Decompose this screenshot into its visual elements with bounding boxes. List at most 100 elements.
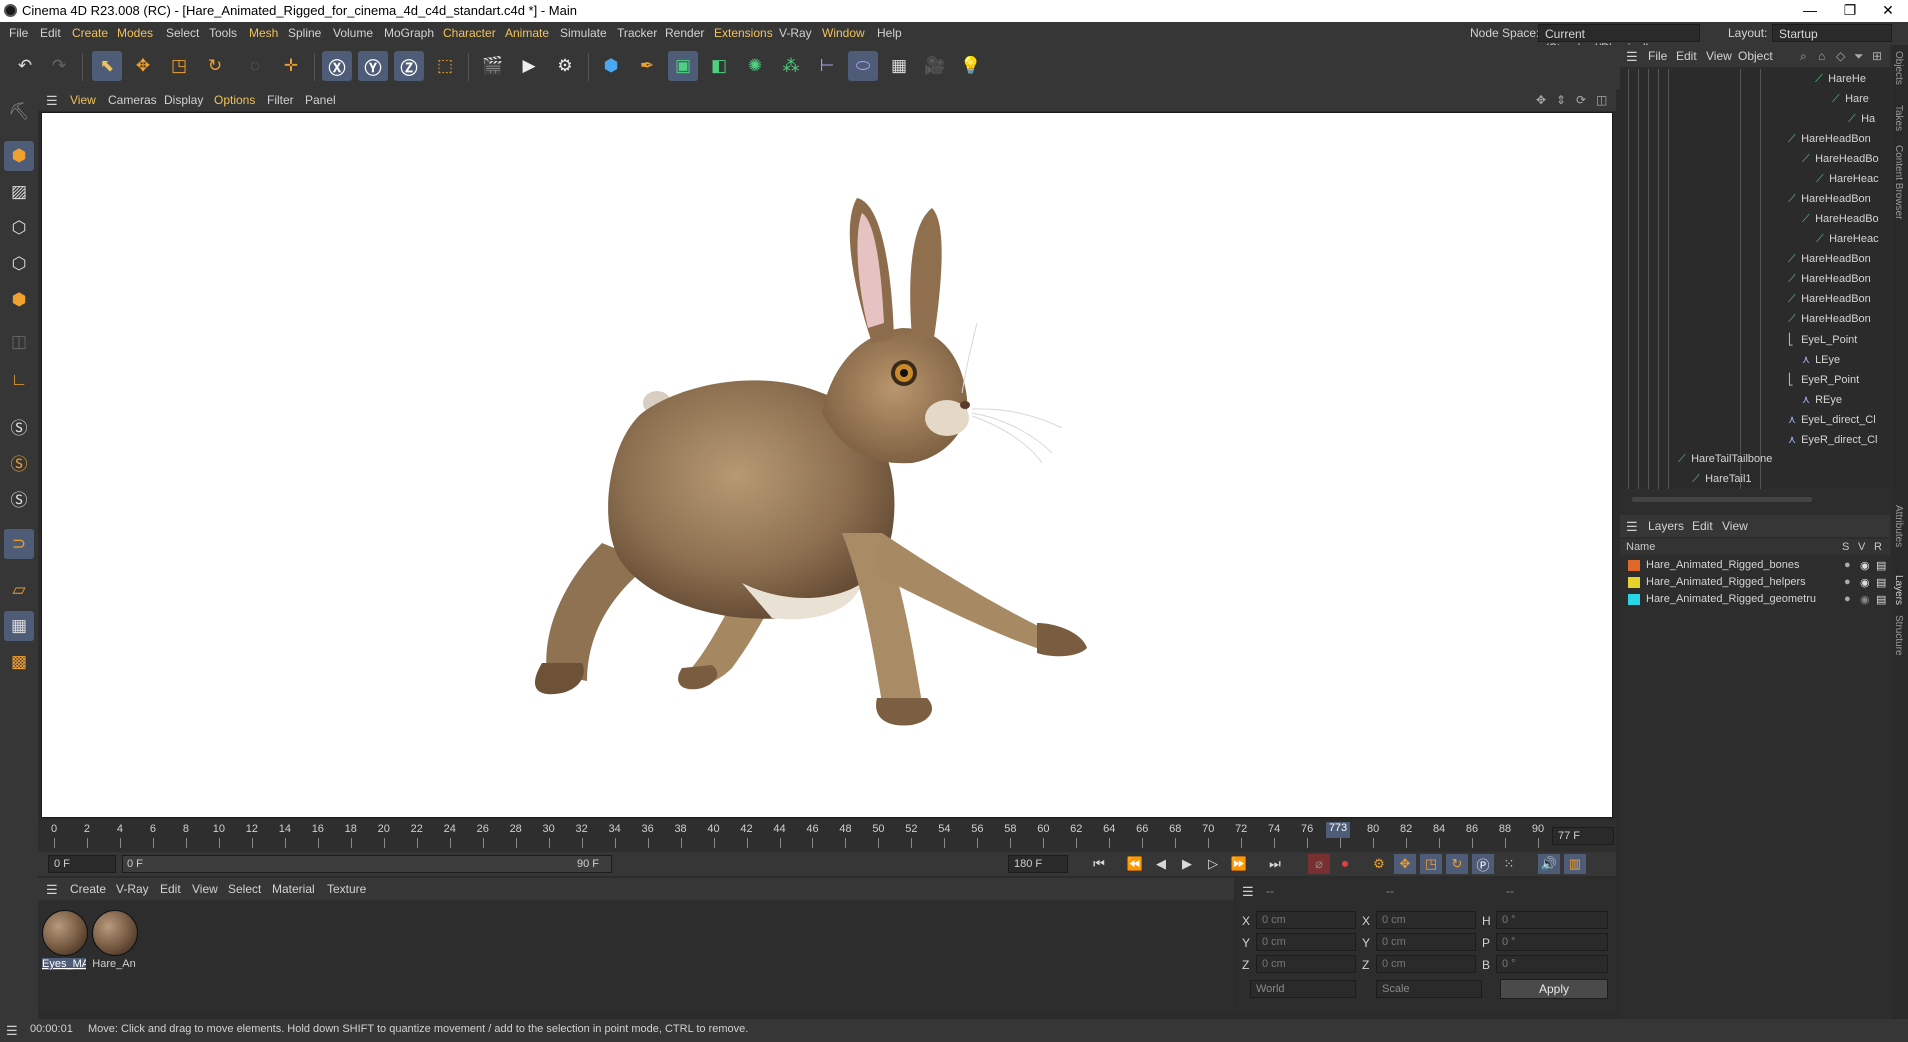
uv-mode-icon[interactable]: ◫ [4,327,34,357]
planar-workplane-icon[interactable]: ▩ [4,647,34,677]
previous-key-icon[interactable]: ⏪ [1124,854,1146,874]
switch-view-icon[interactable]: ◫ [1596,93,1607,107]
cloner-icon[interactable]: ✺ [740,51,770,81]
layer-color-swatch[interactable] [1628,576,1640,588]
pan-view-icon[interactable]: ✥ [1536,93,1546,107]
tree-item[interactable]: ⟋ HareHeac [1816,233,1879,253]
menu-extensions[interactable]: Extensions [714,26,773,40]
timeline-ruler[interactable]: 0 2 4 6 8 10 12 14 16 18 20 22 24 26 28 30 32 34 36 38 40 42 4… [38,820,1616,852]
material-menu-edit[interactable]: Edit [160,882,181,896]
menu-simulate[interactable]: Simulate [560,26,607,40]
object-menu-view[interactable]: View [1706,49,1732,63]
viewport-menu-icon[interactable]: ☰ [46,93,58,109]
go-to-start-icon[interactable]: ⏮ [1088,854,1110,874]
coord-size-x-field[interactable]: 0 cm [1376,911,1476,929]
layer-menu-edit[interactable]: Edit [1692,519,1713,533]
camera-icon[interactable]: 🎥 [920,51,950,81]
tree-item[interactable]: ⟋ HareHeadBon [1788,133,1871,153]
viewport-menu-options[interactable]: Options [214,93,255,107]
tree-item[interactable]: ⟋ HareTail1 [1692,473,1752,489]
sound-icon[interactable]: 🔊 [1538,854,1560,874]
object-menu-edit[interactable]: Edit [1676,49,1697,63]
make-editable-icon[interactable]: ⛏ [4,97,34,127]
menu-character[interactable]: Character [443,26,496,40]
object-tree-scrollbar[interactable] [1632,497,1812,502]
material-menu-select[interactable]: Select [228,882,261,896]
transform-tool-icon[interactable]: ✛ [276,51,306,81]
end-frame-field[interactable]: 180 F [1008,855,1068,873]
rotate-view-icon[interactable]: ⟳ [1576,93,1586,107]
layer-row[interactable]: Hare_Animated_Rigged_bones ● ◉ ▤ [1628,559,1898,575]
render-to-picture-viewer-icon[interactable]: ▶ [514,51,544,81]
menu-modes[interactable]: Modes [117,26,153,40]
tree-item[interactable]: ⟋ Hare [1832,93,1869,113]
tree-item[interactable]: ⟋ HareTailTailbone [1678,453,1772,473]
coord-pos-x-field[interactable]: 0 cm [1256,911,1356,929]
tree-item[interactable]: ⎣ EyeR_Point [1788,373,1859,393]
coord-rot-h-field[interactable]: 0 ° [1496,911,1608,929]
solo-dot-icon[interactable]: ● [1844,593,1851,605]
tree-item[interactable]: ⋏ LEye [1802,353,1840,373]
material-menu-vray[interactable]: V-Ray [116,882,149,896]
tab-structure[interactable]: Structure [1893,615,1904,656]
tree-item[interactable]: ⎣ EyeL_Point [1788,333,1857,353]
node-space-select[interactable]: Current (Standard/Physical) [1538,24,1700,55]
viewport-menu-filter[interactable]: Filter [267,93,294,107]
coord-pos-y-field[interactable]: 0 cm [1256,933,1356,951]
solo-hierarchy-icon[interactable]: Ⓢ [4,483,34,513]
timeline-playhead[interactable]: 773 [1326,822,1350,838]
key-point-level-icon[interactable]: ⁙ [1498,854,1520,874]
redo-icon[interactable]: ↷ [44,51,74,81]
tree-item[interactable]: ⟋ HareHeadBon [1788,313,1871,333]
menu-window[interactable]: Window [822,26,865,40]
coord-rot-b-field[interactable]: 0 ° [1496,955,1608,973]
material-menu-create[interactable]: Create [70,882,106,896]
tree-item[interactable]: ⋏ EyeL_direct_Cl [1788,413,1876,433]
rotate-tool-icon[interactable]: ↻ [200,51,230,81]
viewport-menu-panel[interactable]: Panel [305,93,336,107]
x-axis-lock-icon[interactable]: Ⓧ [322,51,352,81]
cube-object-icon[interactable]: ⬢ [596,51,626,81]
menu-render[interactable]: Render [665,26,704,40]
viewport-menu-view[interactable]: View [70,93,96,107]
3d-viewport[interactable] [41,112,1613,818]
coordinate-system-icon[interactable]: ⬚ [430,51,460,81]
floor-object-icon[interactable]: ▦ [884,51,914,81]
coord-rot-p-field[interactable]: 0 ° [1496,933,1608,951]
tree-item[interactable]: ⋏ EyeR_direct_Cl [1788,433,1877,453]
home-icon[interactable]: ⌂ [1818,49,1825,63]
material-menu-texture[interactable]: Texture [327,882,366,896]
coord-pos-z-field[interactable]: 0 cm [1256,955,1356,973]
solo-off-icon[interactable]: Ⓢ [4,411,34,441]
coord-size-y-field[interactable]: 0 cm [1376,933,1476,951]
close-button[interactable]: ✕ [1868,2,1908,20]
record-active-objects-icon[interactable]: ⌀ [1308,854,1330,874]
scale-tool-icon[interactable]: ◳ [164,51,194,81]
coord-mode-select[interactable]: Scale [1376,980,1482,998]
tab-layers[interactable]: Layers [1893,575,1904,605]
polygons-mode-icon[interactable]: ⬢ [4,285,34,315]
key-rotation-icon[interactable]: ↻ [1446,854,1468,874]
pen-spline-icon[interactable]: ✒ [632,51,662,81]
autokeying-icon[interactable]: ⏺ [1334,854,1356,874]
menu-edit[interactable]: Edit [40,26,61,40]
menu-file[interactable]: File [9,26,28,40]
key-position-icon[interactable]: ✥ [1394,854,1416,874]
field-icon[interactable]: ⬭ [848,51,878,81]
tab-attributes[interactable]: Attributes [1893,505,1904,547]
filter-icon[interactable]: ⏷ [1854,49,1864,64]
material-menu-icon[interactable]: ☰ [46,882,58,898]
tree-item[interactable]: ⟋ HareHeadBon [1788,253,1871,273]
viewport-menu-display[interactable]: Display [164,93,203,107]
select-tool-icon[interactable]: ⬉ [92,51,122,81]
next-key-icon[interactable]: ⏩ [1228,854,1250,874]
recent-tool-icon[interactable]: ◌ [240,51,270,81]
coord-space-select[interactable]: World [1250,980,1356,998]
snap-icon[interactable]: ⊃ [4,529,34,559]
status-menu-icon[interactable]: ☰ [6,1023,18,1039]
model-mode-icon[interactable]: ⬢ [4,141,34,171]
eye-icon[interactable]: ◉ [1860,576,1870,589]
eye-icon[interactable]: ◉ [1860,559,1870,572]
solo-dot-icon[interactable]: ● [1844,559,1851,571]
key-scale-icon[interactable]: ◳ [1420,854,1442,874]
